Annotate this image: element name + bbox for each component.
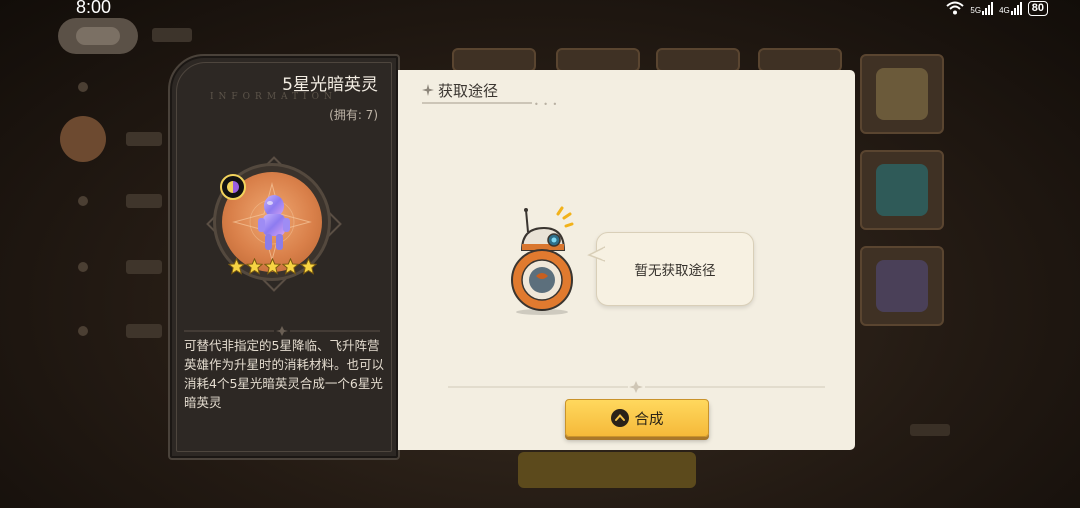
owned-count-label: (拥有: 7) [329, 108, 378, 122]
acquisition-title: 获取途径 [438, 81, 499, 100]
acquisition-header: 获取途径 [422, 78, 498, 102]
bg-hero-card [860, 246, 944, 326]
star-icon [300, 258, 317, 275]
bg-hero-card [556, 48, 640, 72]
owned-count: (拥有: 7) [329, 106, 378, 123]
signal-4g-icon: 4G [999, 1, 1022, 15]
hero-description: 可替代非指定的5星降临、飞升阵营英雄作为升星时的消耗材料。也可以消耗4个5星光暗… [184, 338, 385, 410]
info-watermark: INFORMATION [210, 92, 337, 102]
hero-portrait [206, 156, 342, 292]
bg-hero-card [656, 48, 740, 72]
chevron-up-circle-icon [610, 409, 629, 427]
header-dots: • • • [534, 100, 559, 109]
header-underline [422, 102, 532, 104]
star-rating [228, 258, 318, 278]
empty-source-bubble: 暂无获取途径 [587, 232, 754, 306]
bg-sidebar-item [60, 244, 180, 290]
bg-sidebar-item [60, 64, 180, 110]
bg-tab-label [152, 28, 192, 42]
light-dark-element-icon [220, 174, 246, 200]
wifi-icon [946, 1, 965, 15]
star-icon [228, 258, 245, 275]
star-icon [282, 258, 299, 275]
status-bar: 8:00 5G 4G 80 [0, 0, 1080, 18]
bg-sidebar-item [60, 308, 180, 354]
bg-hero-card [758, 48, 842, 72]
compose-button-label: 合成 [634, 411, 664, 428]
empty-source-message: 暂无获取途径 [634, 263, 716, 279]
star-icon [264, 258, 281, 275]
bg-hero-card [860, 150, 944, 230]
compose-button[interactable]: 合成 [565, 399, 709, 437]
status-icons: 5G 4G 80 [946, 0, 1048, 16]
acquisition-panel: 获取途径 • • • 暂无获取途径 合成 [398, 70, 855, 450]
bg-sidebar-item [60, 116, 180, 162]
spark-icon [422, 84, 434, 96]
robot-mascot-icon [511, 206, 574, 315]
panel-divider [184, 326, 380, 336]
status-time: 8:00 [76, 0, 112, 17]
star-icon [246, 258, 263, 275]
bg-label [910, 424, 950, 436]
bg-bottom-button [518, 452, 696, 488]
network-5g-label: 5G [970, 5, 982, 15]
bg-sidebar-item [60, 178, 180, 224]
bg-hero-card [860, 54, 944, 134]
bubble-tail [587, 246, 605, 262]
bg-hero-card [452, 48, 536, 72]
bottom-divider [448, 381, 825, 393]
hero-info-panel: 5星光暗英灵 INFORMATION (拥有: 7) 可替代非指定的5星降临、飞… [168, 54, 400, 460]
bg-filter-pill [58, 18, 138, 54]
signal-5g-icon: 5G [970, 1, 994, 15]
battery-indicator: 80 [1027, 0, 1048, 16]
network-4g-label: 4G [999, 5, 1010, 15]
light-dark-spirit-icon [258, 195, 290, 250]
